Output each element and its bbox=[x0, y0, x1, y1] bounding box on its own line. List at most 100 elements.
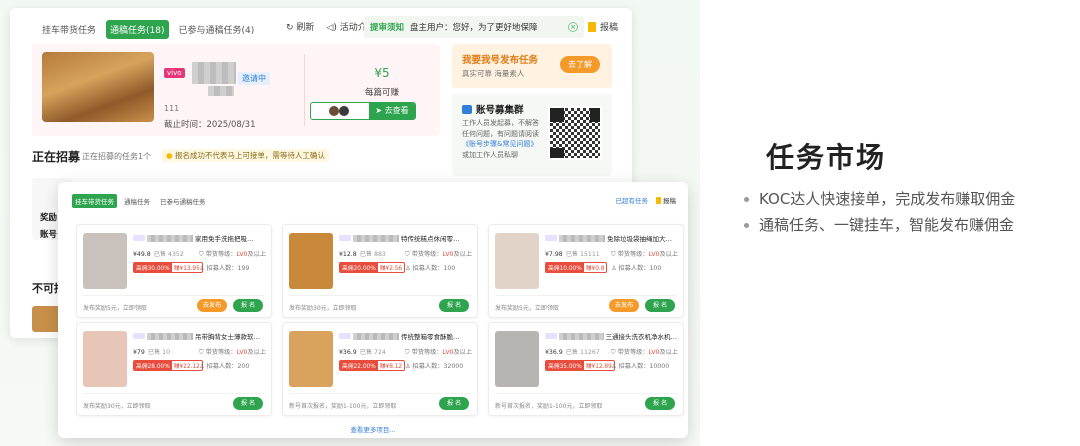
tab-cart-tasks[interactable]: 挂车带货任务 bbox=[38, 20, 100, 39]
notice-text: 盘主用户：您好，为了更好地保障 bbox=[410, 23, 538, 33]
price-line: ¥79 已售 10 bbox=[133, 347, 170, 356]
signup-button[interactable]: 报 名 bbox=[439, 299, 469, 312]
blurred-text bbox=[353, 234, 399, 242]
divider bbox=[304, 54, 305, 126]
view-button[interactable]: ➤ 去查看 bbox=[369, 103, 415, 119]
user-icon: ♙ bbox=[611, 265, 619, 272]
commission-badge: 高佣10.00% 赚¥0.8 bbox=[545, 262, 608, 273]
price: ¥36.9 bbox=[545, 349, 563, 356]
price: ¥36.9 bbox=[339, 349, 357, 356]
tab-joined-press-tasks[interactable]: 已参与通稿任务 bbox=[157, 194, 209, 208]
platform-tag bbox=[545, 235, 557, 241]
featured-task-card: vivo 邀请中 111 截止时间：2025/08/31 ¥5 每篇可赚 ➤ 去… bbox=[32, 44, 440, 136]
promo-subtitle: 真实可靠 海量素人 bbox=[462, 69, 525, 78]
signup-button[interactable]: 报 名 bbox=[233, 397, 263, 410]
platform-tag bbox=[339, 333, 351, 339]
user-icon: ♙ bbox=[405, 265, 413, 272]
feature-list: KOC达人快速接单，完成发布赚取佣金 通稿任务、一键挂车，智能发布赚佣金 bbox=[744, 186, 1015, 238]
signup-button[interactable]: 报 名 bbox=[233, 299, 263, 312]
refresh-button[interactable]: ↻ 刷新 bbox=[286, 20, 314, 33]
feedback-button[interactable]: 报稿 bbox=[588, 20, 618, 33]
divider bbox=[289, 295, 471, 296]
send-icon: ➤ bbox=[375, 106, 385, 115]
reward-note: 发布奖励5元，立即领取 bbox=[495, 305, 559, 312]
feedback-icon bbox=[656, 197, 661, 204]
product-image bbox=[495, 233, 539, 289]
signup-button[interactable]: 报 名 bbox=[439, 397, 469, 410]
level-icon: ⛉ bbox=[199, 349, 206, 356]
account-group-card: 账号募集群 工作人员发起募，不解答任何问题，有问题请阅读《账号步骤&常见问题》或… bbox=[452, 94, 612, 176]
reward-note: 新号首次报名，奖励1-100元，立即领取 bbox=[495, 403, 603, 410]
divider bbox=[83, 295, 265, 296]
product-title: 三通接头洗衣机净水机… bbox=[545, 331, 677, 341]
recruit-line: ♙ 招募人数：199 bbox=[199, 265, 250, 272]
publish-button[interactable]: 去发布 bbox=[197, 299, 227, 312]
user-icon: ♙ bbox=[611, 363, 619, 370]
avatar bbox=[339, 106, 349, 116]
blurred-text bbox=[147, 234, 193, 242]
user-icon: ♙ bbox=[199, 265, 207, 272]
view-task-control[interactable]: ➤ 去查看 bbox=[310, 102, 416, 120]
level-line: ⛉ 带货等级：LV0及以上 bbox=[611, 251, 679, 258]
platform-tag bbox=[133, 333, 145, 339]
signup-button[interactable]: 报 名 bbox=[645, 299, 675, 312]
learn-more-button[interactable]: 去了解 bbox=[560, 56, 600, 73]
price: ¥49.8 bbox=[133, 251, 151, 258]
notice-highlight: 提审须知 bbox=[370, 23, 405, 33]
product-card: 传统整箱零食酥脆… ¥36.9 已售 724 ⛉ 带货等级：LV0及以上 高佣22… bbox=[282, 322, 478, 416]
toolbar: ↻ 刷新 ◁) 活动介绍 bbox=[286, 20, 376, 33]
price: ¥7.98 bbox=[545, 251, 563, 258]
blurred-title bbox=[192, 62, 236, 84]
price: ¥12.8 bbox=[339, 251, 357, 258]
row-label: 账号 bbox=[40, 230, 58, 240]
faq-link[interactable]: 《账号步骤&常见问题》 bbox=[462, 140, 537, 148]
price-line: ¥7.98 已售 15111 bbox=[545, 249, 600, 258]
feedback-button[interactable]: 报稿 bbox=[656, 195, 676, 205]
user-icon: ♙ bbox=[405, 363, 413, 370]
level-line: ⛉ 带货等级：LV0及以上 bbox=[199, 349, 267, 356]
section-subtitle: 正在招募的任务1个 bbox=[82, 152, 152, 161]
platform-tag bbox=[133, 235, 145, 241]
product-title: 免除垃圾袋抽绳加大… bbox=[545, 233, 677, 243]
feedback-icon bbox=[588, 21, 596, 32]
divider bbox=[83, 393, 265, 394]
divider bbox=[495, 295, 677, 296]
recruit-line: ♙ 招募人数：100 bbox=[405, 265, 456, 272]
tab-press-tasks[interactable]: 通稿任务(18) bbox=[106, 20, 169, 39]
task-id: 111 bbox=[164, 104, 180, 113]
product-image bbox=[289, 331, 333, 387]
sold-count: 已售 15111 bbox=[565, 251, 600, 258]
section-title: 正在招募 bbox=[32, 150, 81, 164]
toolbar: 已超有任务 报稿 bbox=[616, 195, 676, 205]
sold-count: 已售 724 bbox=[359, 349, 386, 356]
level-icon: ⛉ bbox=[405, 349, 412, 356]
recruit-line: ♙ 招募人数：10000 bbox=[611, 363, 670, 370]
tab-cart-tasks[interactable]: 挂车带货任务 bbox=[72, 194, 117, 208]
qr-card-title: 账号募集群 bbox=[462, 102, 524, 116]
user-icon: ♙ bbox=[199, 363, 207, 370]
close-icon[interactable]: × bbox=[568, 22, 578, 32]
publish-promo-card: 我要我号发布任务 真实可靠 海量素人 去了解 bbox=[452, 44, 612, 88]
product-image bbox=[83, 331, 127, 387]
bullet-icon bbox=[744, 222, 749, 228]
speaker-icon: ◁) bbox=[326, 23, 340, 33]
reward-note: 发布奖励30元，立即领取 bbox=[289, 305, 357, 312]
platform-tag bbox=[545, 333, 557, 339]
my-tasks-link[interactable]: 已超有任务 bbox=[616, 195, 649, 205]
publish-button[interactable]: 去发布 bbox=[609, 299, 639, 312]
list-item: 通稿任务、一键挂车，智能发布赚佣金 bbox=[744, 212, 1015, 238]
tab-press-tasks[interactable]: 通稿任务 bbox=[121, 194, 153, 208]
commission-badge: 高佣28.00% 赚¥22.12 bbox=[133, 360, 203, 371]
sold-count: 已售 11267 bbox=[565, 349, 600, 356]
view-more-link[interactable]: 查看更多项目... bbox=[58, 424, 688, 434]
product-title: 特传统糕点休闲零… bbox=[339, 233, 471, 243]
tab-joined-press-tasks[interactable]: 已参与通稿任务(4) bbox=[175, 20, 259, 39]
sold-count: 已售 4352 bbox=[153, 251, 184, 258]
product-card: 家用免手洗拖把吸… ¥49.8 已售 4352 ⛉ 带货等级：LV0及以上 高佣3… bbox=[76, 224, 272, 318]
signup-button[interactable]: 报 名 bbox=[645, 397, 675, 410]
product-card: 吊带胸背女士薄款软… ¥79 已售 10 ⛉ 带货等级：LV0及以上 高佣28.0… bbox=[76, 322, 272, 416]
product-card: 特传统糕点休闲零… ¥12.8 已售 883 ⛉ 带货等级：LV0及以上 高佣20… bbox=[282, 224, 478, 318]
task-tabs: 挂车带货任务 通稿任务(18) 已参与通稿任务(4) bbox=[38, 20, 258, 39]
commission-badge: 高佣22.00% 赚¥8.12 bbox=[339, 360, 406, 371]
level-line: ⛉ 带货等级：LV0及以上 bbox=[405, 349, 473, 356]
